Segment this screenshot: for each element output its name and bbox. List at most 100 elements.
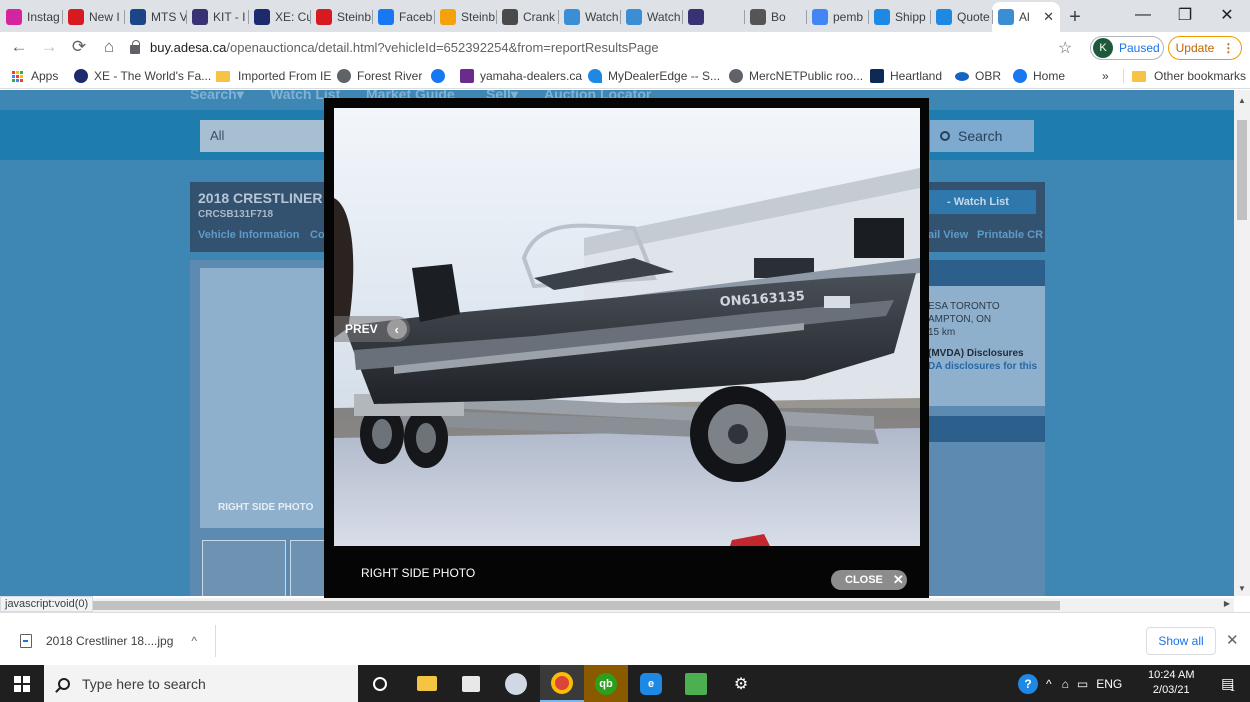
quickbooks-icon[interactable]: qb bbox=[584, 665, 628, 702]
scroll-up-icon[interactable]: ▲ bbox=[1238, 96, 1246, 105]
profile-status: Paused bbox=[1119, 41, 1160, 55]
restore-button[interactable]: ❐ bbox=[1164, 0, 1206, 30]
chevron-up-icon[interactable]: ^ bbox=[191, 634, 197, 648]
lock-icon bbox=[130, 39, 140, 54]
browser-tab[interactable]: Quote bbox=[930, 2, 992, 32]
browser-tab[interactable]: Instag bbox=[0, 2, 62, 32]
battery-icon[interactable]: ▭ bbox=[1077, 677, 1088, 691]
bookmark-home[interactable]: Home bbox=[1013, 69, 1065, 83]
browser-tab[interactable]: Al ✕ bbox=[992, 2, 1060, 32]
settings-icon[interactable]: ⚙ bbox=[719, 665, 763, 702]
watch-list-button[interactable]: - Watch List bbox=[920, 190, 1036, 214]
browser-tab[interactable]: Faceb bbox=[372, 2, 434, 32]
notifications-icon[interactable]: ▤ 1 bbox=[1206, 665, 1250, 702]
tab-title: Shipp bbox=[895, 10, 926, 24]
browser-tab[interactable]: pemb bbox=[806, 2, 868, 32]
bookmark-mydealeredge[interactable]: MyDealerEdge -- S... bbox=[588, 69, 720, 83]
printable-cr-link[interactable]: Printable CR bbox=[977, 229, 1043, 241]
prev-photo-button[interactable]: PREV ‹ bbox=[334, 316, 410, 342]
browser-tab[interactable]: XE: Cu bbox=[248, 2, 310, 32]
minimize-button[interactable]: — bbox=[1122, 0, 1164, 30]
adesa-icon bbox=[998, 9, 1014, 25]
new-tab-button[interactable]: + bbox=[1060, 2, 1090, 32]
tab-title: Faceb bbox=[399, 10, 433, 24]
store-icon[interactable] bbox=[449, 665, 493, 702]
bookmark-label: Home bbox=[1033, 69, 1066, 83]
condition-link[interactable]: Co bbox=[310, 229, 325, 241]
avatar: K bbox=[1093, 38, 1113, 58]
home-button[interactable]: ⌂ bbox=[94, 32, 124, 62]
browser-tab[interactable]: Crank bbox=[496, 2, 558, 32]
search-icon bbox=[58, 677, 70, 690]
browser-tab[interactable]: MTS V bbox=[124, 2, 186, 32]
photos-icon[interactable] bbox=[674, 665, 718, 702]
scroll-thumb[interactable] bbox=[90, 601, 1060, 610]
task-view-icon[interactable] bbox=[358, 665, 402, 702]
back-button[interactable]: ← bbox=[4, 32, 34, 62]
forward-button[interactable]: → bbox=[34, 32, 64, 62]
file-explorer-icon[interactable] bbox=[405, 665, 449, 702]
search-button[interactable]: Search bbox=[930, 120, 1034, 152]
bookmark-apps[interactable]: Apps bbox=[12, 69, 58, 83]
scroll-thumb[interactable] bbox=[1237, 120, 1247, 220]
browser-tab[interactable]: Bo bbox=[744, 2, 806, 32]
address-bar[interactable]: buy.adesa.ca/openauctionca/detail.html?v… bbox=[130, 34, 1085, 61]
close-lightbox-button[interactable]: CLOSE ✕ bbox=[831, 570, 907, 590]
browser-tab[interactable]: Shipp bbox=[868, 2, 930, 32]
bookmark-obr[interactable]: OBR bbox=[955, 69, 1001, 83]
vehicle-title: 2018 CRESTLINER 1 bbox=[198, 190, 335, 206]
profile-button[interactable]: K Paused bbox=[1090, 36, 1164, 60]
bookmark-imported-from-ie[interactable]: Imported From IE bbox=[216, 69, 331, 83]
bookmark-facebook[interactable] bbox=[431, 69, 451, 83]
file-icon bbox=[20, 634, 32, 648]
bookmarks-overflow-button[interactable]: » bbox=[1102, 69, 1109, 83]
chevron-left-icon: ‹ bbox=[386, 319, 407, 339]
bookmark-mercnet[interactable]: MercNETPublic roo... bbox=[729, 69, 863, 83]
scroll-right-icon[interactable]: ▶ bbox=[1224, 599, 1230, 608]
vertical-scrollbar[interactable]: ▲ ▼ bbox=[1234, 90, 1250, 596]
start-button[interactable] bbox=[0, 665, 44, 702]
search-icon bbox=[940, 131, 950, 141]
internet-explorer-icon[interactable]: e bbox=[629, 665, 673, 702]
show-all-button[interactable]: Show all bbox=[1146, 627, 1216, 655]
browser-tab[interactable]: KIT - I bbox=[186, 2, 248, 32]
close-window-button[interactable]: ✕ bbox=[1206, 0, 1248, 30]
browser-tab[interactable]: Steinb bbox=[310, 2, 372, 32]
chrome-taskbar-icon[interactable] bbox=[540, 665, 584, 702]
close-download-bar-icon[interactable]: ✕ bbox=[1226, 631, 1239, 649]
nav-search[interactable]: Search▾ bbox=[190, 90, 244, 103]
category-select[interactable]: All bbox=[200, 120, 330, 152]
photo-label: RIGHT SIDE PHOTO bbox=[218, 502, 314, 513]
bookmark-star-icon[interactable]: ☆ bbox=[1058, 38, 1072, 58]
language-indicator[interactable]: ENG bbox=[1096, 677, 1122, 691]
bookmark-xe[interactable]: XE - The World's Fa... bbox=[74, 69, 211, 83]
horizontal-scrollbar[interactable]: ▶ bbox=[90, 598, 1234, 612]
main-photo[interactable] bbox=[200, 268, 335, 528]
taskbar-clock[interactable]: 10:24 AM 2/03/21 bbox=[1148, 668, 1194, 698]
close-tab-icon[interactable]: ✕ bbox=[1043, 9, 1054, 25]
bookmark-yamaha-dealers[interactable]: yamaha-dealers.ca bbox=[460, 69, 582, 83]
bookmark-forest-river[interactable]: Forest River bbox=[337, 69, 422, 83]
scroll-down-icon[interactable]: ▼ bbox=[1238, 584, 1246, 593]
mvda-link[interactable]: DA disclosures for this bbox=[928, 361, 1037, 372]
snipping-tool-icon[interactable] bbox=[494, 665, 538, 702]
update-button[interactable]: Update ⋮ bbox=[1168, 36, 1242, 60]
other-bookmarks[interactable]: Other bookmarks bbox=[1123, 69, 1246, 83]
chevron-up-icon[interactable]: ^ bbox=[1046, 677, 1052, 691]
browser-tab[interactable]: Watch bbox=[558, 2, 620, 32]
photo-thumbnail[interactable] bbox=[202, 540, 286, 596]
network-icon[interactable]: ⌂ bbox=[1062, 677, 1069, 691]
browser-tab[interactable]: Steinb bbox=[434, 2, 496, 32]
browser-tab[interactable] bbox=[682, 2, 744, 32]
detail-view-link[interactable]: ail View bbox=[928, 229, 968, 241]
bookmark-heartland[interactable]: Heartland bbox=[870, 69, 942, 83]
download-item[interactable]: 2018 Crestliner 18....jpg ^ bbox=[14, 625, 216, 657]
browser-tab[interactable]: Watch bbox=[620, 2, 682, 32]
vehicle-information-link[interactable]: Vehicle Information bbox=[198, 229, 299, 241]
photo-caption: RIGHT SIDE PHOTO bbox=[361, 566, 476, 580]
system-tray: ? ^ ⌂ ▭ ENG bbox=[1018, 665, 1122, 702]
help-icon[interactable]: ? bbox=[1018, 673, 1038, 694]
taskbar-search[interactable]: Type here to search bbox=[44, 665, 358, 702]
browser-tab[interactable]: New I bbox=[62, 2, 124, 32]
reload-button[interactable]: ⟳ bbox=[64, 32, 94, 62]
